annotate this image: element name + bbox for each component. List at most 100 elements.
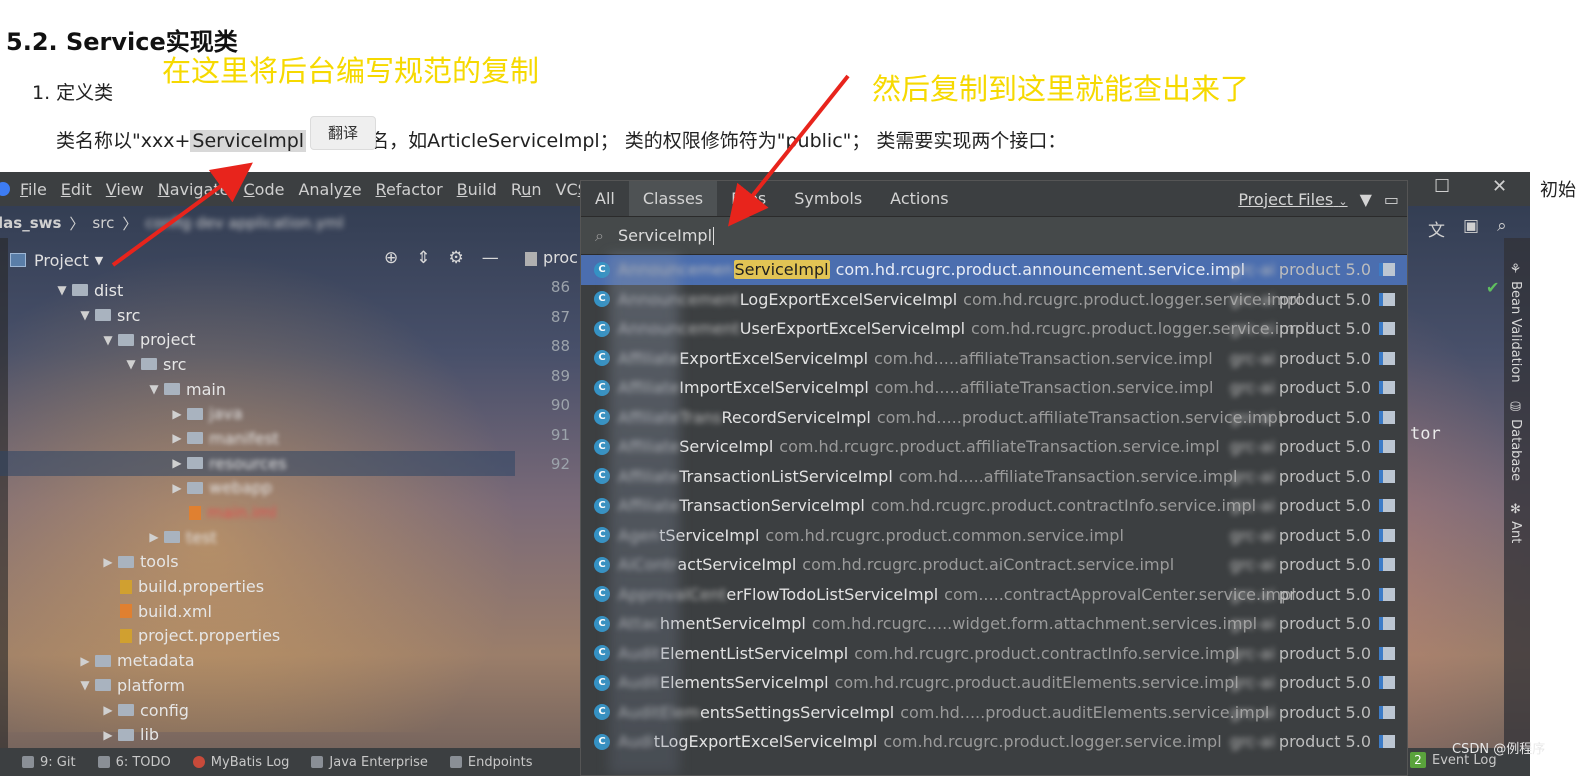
search-result-row[interactable]: C Audit ElementListServiceImpl com.hd.rcugr… <box>581 639 1407 669</box>
menu-item-5[interactable]: Analyze <box>298 180 361 199</box>
tree-node[interactable]: ▶ lib <box>0 722 515 747</box>
para-highlight[interactable]: ServiceImpl <box>190 130 307 152</box>
search-result-row[interactable]: C Audit ElementsServiceImpl com.hd.rcugrc.p… <box>581 668 1407 698</box>
search-result-row[interactable]: C Affiliate ServiceImpl com.hd.rcugrc.produ… <box>581 432 1407 462</box>
search-result-row[interactable]: C Affiliate TransactionServiceImpl com.hd.r… <box>581 491 1407 521</box>
database-tab[interactable]: ⛁ Database <box>1508 400 1523 481</box>
search-result-row[interactable]: C Affiliate ImportExcelServiceImpl com.hd..… <box>581 373 1407 403</box>
tab-actions[interactable]: Actions <box>876 181 962 216</box>
filter-icon[interactable]: ▼ <box>1360 190 1372 209</box>
tool-window-button[interactable]: MyBatis Log <box>192 755 289 770</box>
tree-node[interactable]: main.iml <box>0 500 515 525</box>
expanded-arrow-icon[interactable]: ▼ <box>77 678 93 692</box>
expanded-arrow-icon[interactable]: ▼ <box>123 357 139 371</box>
collapsed-arrow-icon[interactable]: ▶ <box>169 407 185 421</box>
tree-node[interactable]: ▶ webapp <box>0 476 515 501</box>
bean-validation-tab[interactable]: ⚘ Bean Validation <box>1508 262 1523 383</box>
menu-item-7[interactable]: Build <box>457 180 497 199</box>
tree-node[interactable]: ▶ resources <box>0 450 515 476</box>
menu-item-1[interactable]: Edit <box>61 180 92 199</box>
menu-item-4[interactable]: Code <box>244 180 285 199</box>
line-number: 90 <box>550 396 570 414</box>
locate-icon[interactable]: ⊕ <box>384 248 398 268</box>
expanded-arrow-icon[interactable]: ▼ <box>77 308 93 322</box>
tool-window-button[interactable]: Endpoints <box>449 755 533 770</box>
search-result-row[interactable]: C AuditElem entsSettingsServiceImpl com.hd.… <box>581 698 1407 728</box>
search-result-row[interactable]: C Audi tLogExportExcelServiceImpl com.hd.rc… <box>581 727 1407 757</box>
breadcrumb-src[interactable]: src <box>92 214 114 232</box>
class-icon: C <box>594 645 610 662</box>
tree-node[interactable]: ▶ tools <box>0 550 515 575</box>
collapsed-arrow-icon[interactable]: ▶ <box>100 555 116 569</box>
collapsed-arrow-icon[interactable]: ▶ <box>100 703 116 717</box>
breadcrumb-blurred[interactable]: config dev application.yml <box>145 214 343 232</box>
tab-files[interactable]: Files <box>717 181 780 216</box>
search-result-row[interactable]: C Announcemen ServiceImpl com.hd.rcugrc.pro… <box>581 255 1407 285</box>
tree-node-label: project <box>140 330 196 350</box>
tree-node[interactable]: ▼ main <box>0 377 515 402</box>
translate-button[interactable]: 翻译 <box>310 116 376 150</box>
tree-node[interactable]: project.properties <box>0 624 515 649</box>
tree-node[interactable]: ▶ metadata <box>0 648 515 673</box>
result-package: com.hd.rcugrc.product.logger.service.imp… <box>883 732 1222 752</box>
editor-tab[interactable]: proc <box>525 248 578 267</box>
tree-node[interactable]: ▼ dist <box>0 278 515 303</box>
search-result-row[interactable]: C Announcement LogExportExcelServiceImpl co… <box>581 285 1407 315</box>
tool-window-button[interactable]: 6: TODO <box>97 755 171 770</box>
breadcrumb-project[interactable]: las_sws <box>0 214 61 232</box>
tree-node[interactable]: ▼ src <box>0 352 515 377</box>
collapsed-arrow-icon[interactable]: ▶ <box>169 456 185 470</box>
collapsed-arrow-icon[interactable]: ▶ <box>146 530 162 544</box>
tree-node[interactable]: ▶ config <box>0 698 515 723</box>
search-result-row[interactable]: C Affiliate ExportExcelServiceImpl com.hd..… <box>581 344 1407 374</box>
tree-node[interactable]: ▼ platform <box>0 673 515 698</box>
menu-item-0[interactable]: File <box>20 180 47 199</box>
tab-all[interactable]: All <box>581 181 629 216</box>
menu-item-2[interactable]: View <box>106 180 144 199</box>
search-result-row[interactable]: C Announcement UserExportExcelServiceImpl c… <box>581 314 1407 344</box>
expanded-arrow-icon[interactable]: ▼ <box>100 333 116 347</box>
tab-classes[interactable]: Classes <box>628 181 718 216</box>
tree-node[interactable]: build.xml <box>0 599 515 624</box>
search-result-row[interactable]: C Affiliate TransactionListServiceImpl com.… <box>581 462 1407 492</box>
search-result-row[interactable]: C AffiliateTrans RecordServiceImpl com.hd..… <box>581 403 1407 433</box>
tree-node-label: platform <box>117 675 185 695</box>
para-before: 类名称以"xxx+ <box>56 130 191 152</box>
tool-window-button[interactable]: Java Enterprise <box>311 755 428 770</box>
collapsed-arrow-icon[interactable]: ▶ <box>169 431 185 445</box>
search-result-row[interactable]: C ApprovalCent erFlowTodoListServiceImpl co… <box>581 580 1407 610</box>
search-bar[interactable]: ⌕ ServiceImpl <box>581 217 1407 255</box>
tree-node[interactable]: ▼ src <box>0 303 515 328</box>
ant-tab[interactable]: ✻ Ant <box>1508 502 1523 543</box>
tab-symbols[interactable]: Symbols <box>780 181 876 216</box>
collapsed-arrow-icon[interactable]: ▶ <box>77 654 93 668</box>
tree-node[interactable]: ▶ java <box>0 401 515 426</box>
search-input[interactable]: ServiceImpl <box>618 226 712 245</box>
menu-item-3[interactable]: Navigate <box>158 180 230 199</box>
collapse-all-icon[interactable]: ⇕ <box>416 248 430 268</box>
maximize-icon[interactable]: ☐ <box>1434 176 1450 197</box>
tool-window-button[interactable]: 9: Git <box>22 755 76 770</box>
collapsed-arrow-icon[interactable]: ▶ <box>169 481 185 495</box>
minimize-icon[interactable]: — <box>482 248 499 268</box>
menu-item-8[interactable]: Run <box>511 180 542 199</box>
collapsed-arrow-icon[interactable]: ▶ <box>100 728 116 742</box>
project-files-dropdown[interactable]: Project Files ⌄ <box>1238 190 1347 209</box>
menu-item-6[interactable]: Refactor <box>376 180 443 199</box>
expanded-arrow-icon[interactable]: ▼ <box>146 382 162 396</box>
tree-node[interactable]: build.properties <box>0 574 515 599</box>
search-result-row[interactable]: C Agen tServiceImpl com.hd.rcugrc.product.c… <box>581 521 1407 551</box>
folder-icon <box>118 704 134 717</box>
translate-icon[interactable]: 文 <box>1428 216 1445 241</box>
preview-icon[interactable]: ▣ <box>1463 216 1479 241</box>
gear-icon[interactable]: ⚙ <box>449 248 464 268</box>
close-icon[interactable]: ✕ <box>1492 176 1507 197</box>
module-icon <box>1379 440 1395 454</box>
search-result-row[interactable]: C AiContr actServiceImpl com.hd.rcugrc.prod… <box>581 550 1407 580</box>
expanded-arrow-icon[interactable]: ▼ <box>54 283 70 297</box>
tree-node[interactable]: ▶ manifest <box>0 426 515 451</box>
tree-node[interactable]: ▼ project <box>0 327 515 352</box>
open-in-window-icon[interactable]: ▭ <box>1384 190 1399 209</box>
search-result-row[interactable]: C Attac hmentServiceImpl com.hd.rcugrc.....… <box>581 609 1407 639</box>
tree-node[interactable]: ▶ test <box>0 525 515 550</box>
